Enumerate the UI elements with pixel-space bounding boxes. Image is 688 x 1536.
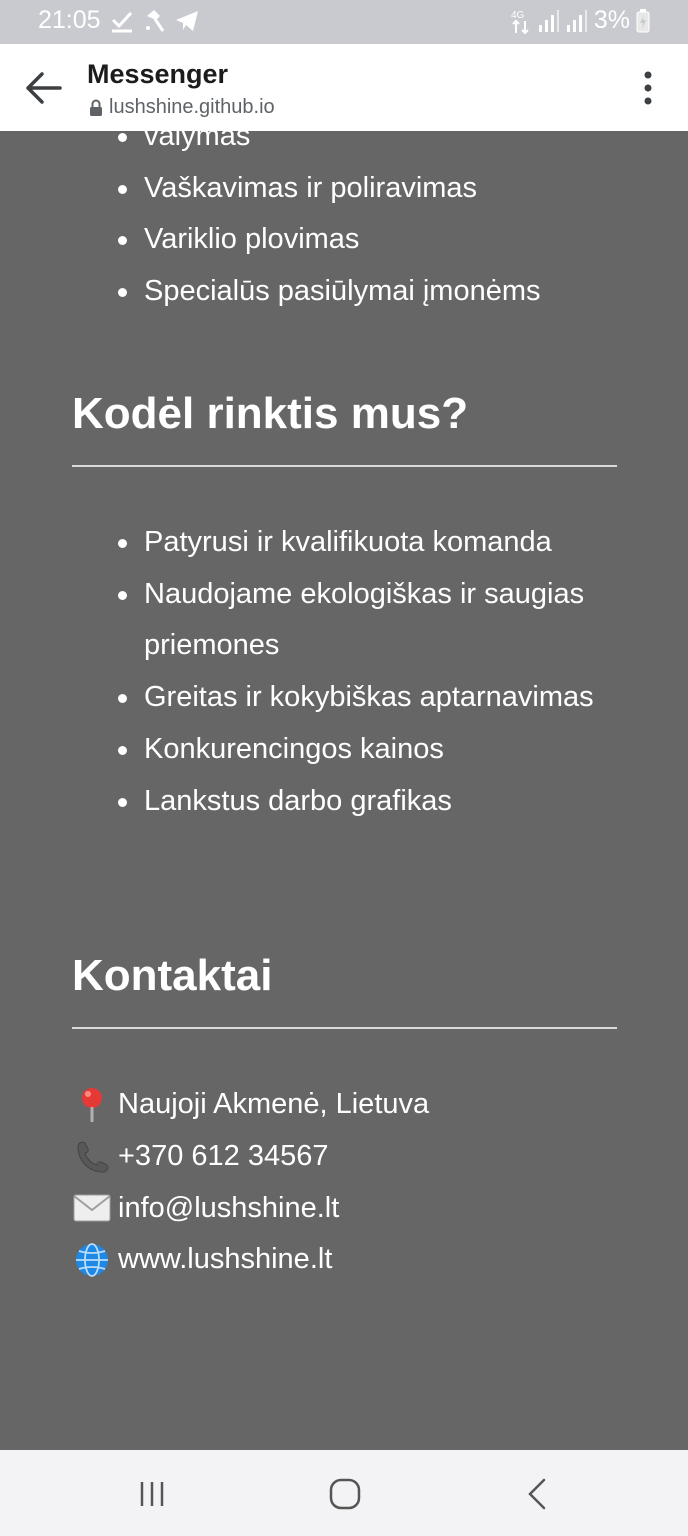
why-us-list: Patyrusi ir kvalifikuota komanda Naudoja… [118,517,638,827]
contact-email: info@lushshine.lt [72,1182,429,1234]
contacts-heading: Kontaktai [72,951,273,1000]
list-item: Specialūs pasiūlymai įmonėms [118,266,638,318]
system-nav-bar [0,1450,688,1536]
status-bar: 21:05 4G 3% [0,0,688,44]
chevron-left-icon [528,1478,546,1510]
signal-icon-1 [538,9,559,32]
page-url: lushshine.github.io [89,96,275,119]
divider [72,465,617,467]
notification-icons [110,8,200,34]
more-options-button[interactable] [642,70,654,106]
lock-icon [90,99,102,116]
list-item: Konkurencingos kainos [118,724,638,776]
hammer-icon [146,10,165,32]
recents-icon [140,1482,164,1506]
list-item: Lankstus darbo grafikas [118,776,638,828]
home-button[interactable] [325,1474,365,1514]
check-download-icon [111,11,133,33]
globe-icon [72,1240,112,1280]
website-text[interactable]: www.lushshine.lt [118,1243,332,1276]
list-item: Vaškavimas ir poliravimas [118,163,638,215]
phone-icon [72,1137,112,1177]
status-time: 21:05 [38,6,101,34]
phone-text[interactable]: +370 612 34567 [118,1140,328,1173]
browser-app-bar: Messenger lushshine.github.io [0,44,688,131]
network-4g-icon: 4G [511,10,529,34]
email-text[interactable]: info@lushshine.lt [118,1192,339,1225]
pin-icon [72,1085,112,1125]
envelope-icon [72,1188,112,1228]
page-content: valymas Vaškavimas ir poliravimas Varikl… [0,131,688,1450]
svg-text:4G: 4G [511,10,525,21]
list-item: Patyrusi ir kvalifikuota komanda [118,517,638,569]
more-vert-icon [644,71,652,105]
contacts-list: Naujoji Akmenė, Lietuva +370 612 34567 i… [72,1079,429,1286]
home-icon [329,1478,361,1510]
back-button[interactable] [22,66,66,110]
contact-address: Naujoji Akmenė, Lietuva [72,1079,429,1131]
list-item: Variklio plovimas [118,214,638,266]
list-item: Naudojame ekologiškas ir saugias priemon… [118,569,638,672]
app-title: Messenger [87,59,229,89]
url-text: lushshine.github.io [109,96,275,118]
contact-phone: +370 612 34567 [72,1131,429,1183]
list-item: Greitas ir kokybiškas aptarnavimas [118,672,638,724]
arrow-back-icon [26,72,62,104]
contact-website: www.lushshine.lt [72,1234,429,1286]
telegram-icon [176,11,198,31]
recents-button[interactable] [133,1474,173,1514]
system-icons: 4G 3% [510,6,650,35]
address-text: Naujoji Akmenė, Lietuva [118,1088,430,1121]
battery-percent: 3% [593,6,630,34]
list-item: valymas [118,131,638,163]
why-us-heading: Kodėl rinktis mus? [72,389,469,438]
battery-charging-icon [636,8,650,32]
back-nav-button[interactable] [518,1474,558,1514]
divider [72,1027,617,1029]
services-list: valymas Vaškavimas ir poliravimas Varikl… [118,131,638,318]
signal-icon-2 [566,9,587,32]
